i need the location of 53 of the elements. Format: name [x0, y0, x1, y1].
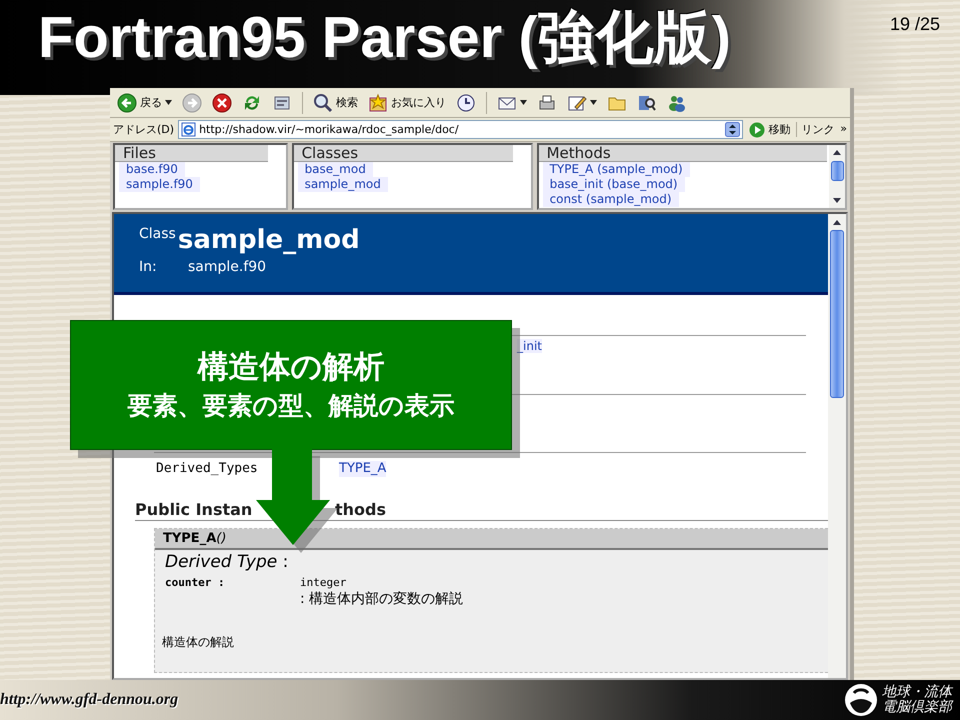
slide-title: Fortran95 Parser (強化版)	[38, 6, 731, 70]
field-description: : 構造体内部の変数の解説	[300, 590, 464, 608]
logo-text: 電脳倶楽部	[882, 700, 952, 715]
callout-subtitle: 要素、要素の型、解説の表示	[128, 391, 454, 421]
method-signature: TYPE_A()	[155, 529, 828, 550]
frame-heading: Methods	[538, 145, 827, 162]
go-button[interactable]: 移動	[747, 122, 792, 138]
section-heading: Public Instan	[135, 500, 254, 519]
frame-link[interactable]: base_init (base_mod)	[542, 177, 685, 192]
scroll-bar[interactable]	[829, 145, 845, 208]
section-heading: thods	[335, 500, 386, 519]
back-button[interactable]: 戻る	[114, 90, 175, 114]
page-e-icon	[181, 122, 196, 137]
frame-link[interactable]: TYPE_A (sample_mod)	[542, 162, 690, 177]
scroll-bar[interactable]	[828, 214, 846, 678]
scroll-thumb[interactable]	[830, 161, 844, 181]
frame-heading: Files	[115, 145, 268, 162]
logo-text: 地球・流体	[882, 685, 952, 700]
stop-icon	[212, 92, 232, 112]
footer-url: http://www.gfd-dennou.org	[0, 691, 178, 709]
dropdown-caret-icon[interactable]	[590, 100, 597, 105]
star-folder-icon	[368, 92, 388, 112]
in-label: In:	[139, 259, 158, 275]
type-link[interactable]: TYPE_A	[339, 461, 386, 477]
field-type: integer	[300, 576, 348, 589]
page-number: 19 /25	[890, 14, 940, 35]
search-icon	[313, 92, 333, 112]
class-name: sample_mod	[178, 225, 360, 255]
chevron-button[interactable]: »	[840, 122, 847, 137]
method-link[interactable]: _init	[517, 339, 542, 353]
derived-types-label: Derived_Types	[156, 461, 259, 477]
clock-icon	[456, 92, 476, 112]
frame-link[interactable]: sample_mod	[298, 177, 388, 192]
links-button[interactable]: リンク	[801, 122, 834, 137]
favorites-button[interactable]: お気に入り	[365, 90, 449, 114]
source-file: sample.f90	[188, 259, 266, 275]
search-button[interactable]: 検索	[310, 90, 361, 114]
dropdown-caret-icon[interactable]	[520, 100, 527, 105]
frame-link[interactable]: base.f90	[119, 162, 185, 177]
frame-link[interactable]: base_mod	[298, 162, 373, 177]
frame-link[interactable]: sample.f90	[119, 177, 200, 192]
address-field[interactable]: http://shadow.vir/~morikawa/rdoc_sample/doc/	[178, 120, 744, 139]
field-name: counter :	[165, 576, 226, 589]
type-kind: Derived Type :	[164, 551, 290, 572]
frame-heading: Classes	[294, 145, 513, 162]
callout-title: 構造体の解析	[198, 349, 384, 385]
class-label: Class	[139, 226, 176, 242]
scroll-thumb[interactable]	[830, 230, 844, 398]
dropdown-caret-icon[interactable]	[165, 100, 172, 105]
type-description: 構造体の解説	[161, 634, 235, 651]
printer-icon	[537, 92, 557, 112]
address-label: アドレス(D)	[113, 122, 174, 137]
frame-link[interactable]: const (sample_mod)	[542, 192, 679, 207]
